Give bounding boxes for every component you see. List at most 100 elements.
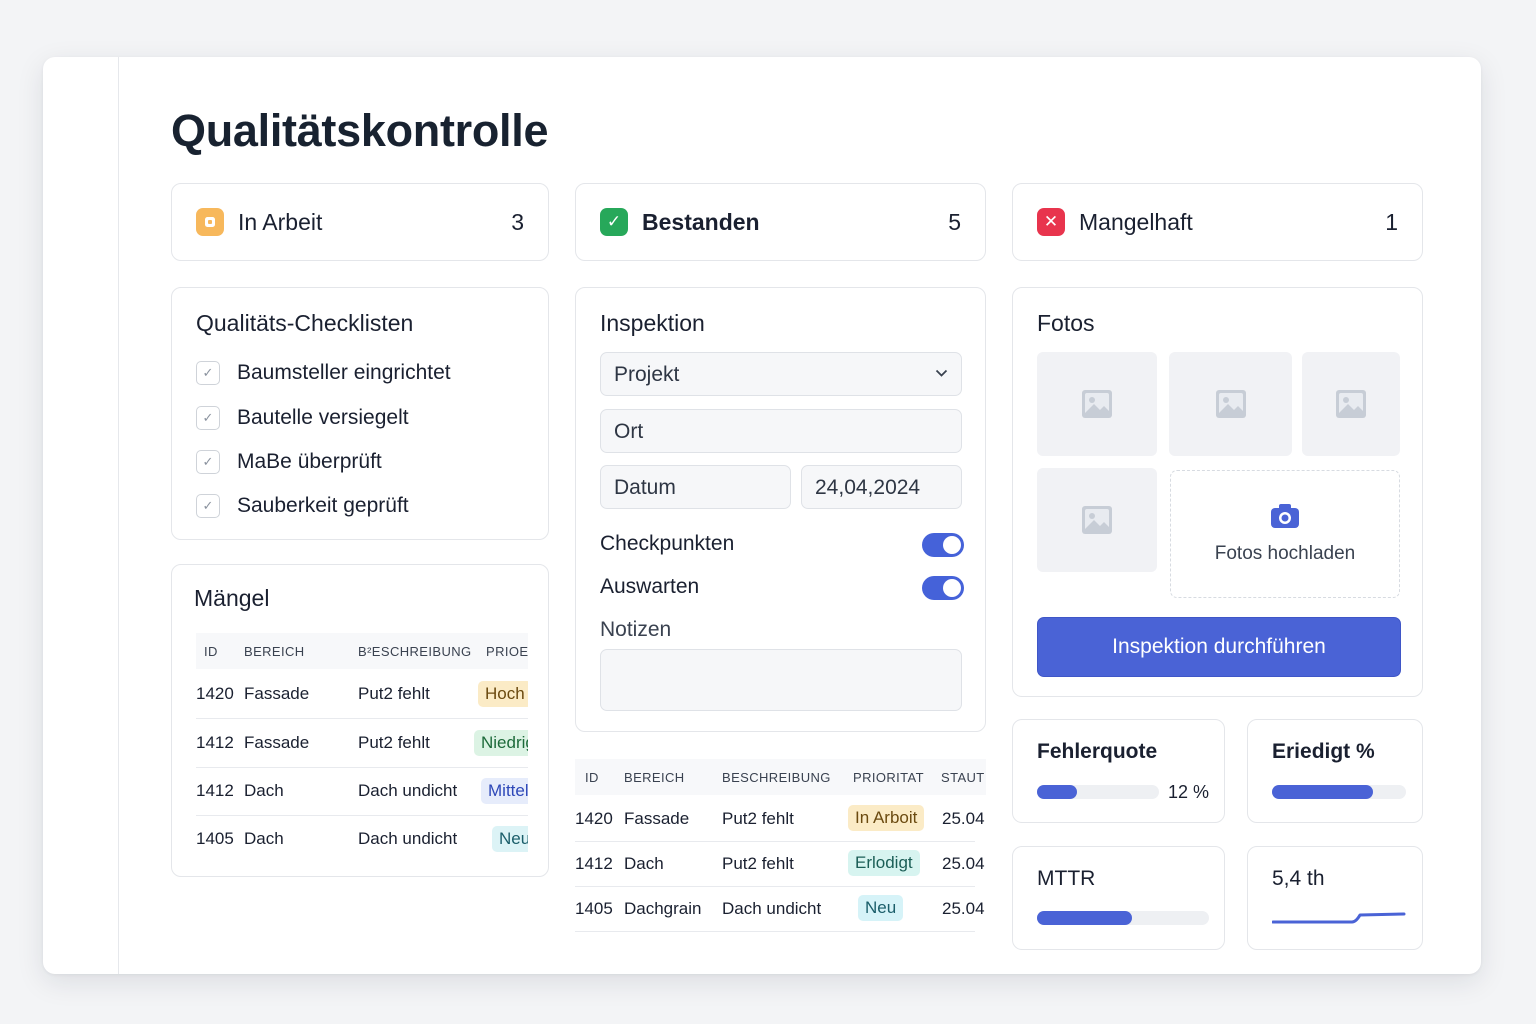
toggle-label-auswarten: Auswarten <box>600 575 700 598</box>
col-prioritaet: PRIOE <box>486 644 528 659</box>
auswarten-toggle[interactable] <box>922 576 964 600</box>
stat-label: Bestanden <box>642 208 760 235</box>
checklist-item[interactable]: ✓ MaBe überprüft <box>196 450 382 474</box>
datum-value: 24,04,2024 <box>815 476 921 499</box>
table-row[interactable]: 1412 Dach Dach undicht Mittel <box>196 768 528 816</box>
camera-icon <box>1271 504 1299 528</box>
stat-label: Mangelhaft <box>1079 208 1193 235</box>
col-bereich: BEREICH <box>244 644 305 659</box>
datum-input[interactable]: 24,04,2024 <box>801 465 962 509</box>
cell-desc: Dach undicht <box>358 829 458 848</box>
kpi-card-erledigt: Eriedigt % <box>1247 719 1423 823</box>
cell-id: 1420 <box>575 809 613 828</box>
cell-desc: Dach undicht <box>722 899 822 918</box>
cell-date: 25.04 <box>942 899 985 918</box>
projekt-select[interactable]: Projekt <box>600 352 962 396</box>
ort-field-placeholder: Ort <box>614 420 644 443</box>
checkbox[interactable]: ✓ <box>196 361 220 385</box>
cell-id: 1420 <box>196 684 234 703</box>
table-row[interactable]: 1405 Dachgrain Dach undicht Neu 25.04 <box>575 887 985 932</box>
cell-id: 1405 <box>196 829 234 848</box>
maengel-table: ID BEREICH B²ESCHREIBUNG PRIOE 1420 Fass… <box>196 633 528 869</box>
kpi-card-fehlerquote: Fehlerquote 12 % <box>1012 719 1225 823</box>
datum-label-field[interactable]: Datum <box>600 465 791 509</box>
stat-card-bestanden[interactable]: ✓ Bestanden 5 <box>575 183 986 261</box>
col-status: STAUT <box>941 770 985 785</box>
image-placeholder-icon <box>1082 506 1112 534</box>
priority-badge: Mittel <box>481 778 528 804</box>
notizen-label: Notizen <box>600 618 672 641</box>
fehlerquote-bar-fill <box>1037 785 1078 799</box>
col-id: ID <box>585 770 599 785</box>
table-row[interactable]: 1405 Dach Dach undicht Neu <box>196 816 528 864</box>
checklist-item[interactable]: ✓ Sauberkeit geprüft <box>196 494 409 518</box>
table-header: ID BEREICH B²ESCHREIBUNG PRIOE <box>196 633 528 669</box>
cell-area: Dachgrain <box>624 899 702 918</box>
table-row[interactable]: 1412 Dach Put2 fehlt Erlodigt 25.04 <box>575 842 985 887</box>
photo-thumbnail[interactable] <box>1037 352 1157 456</box>
page-title: Qualitätskontrolle <box>171 105 549 156</box>
photo-thumbnail[interactable] <box>1037 468 1157 572</box>
checklist-card: Qualitäts-Checklisten ✓ Baumsteller eing… <box>171 287 549 540</box>
cell-area: Fassade <box>624 809 690 828</box>
cell-desc: Dach undicht <box>358 781 458 800</box>
checkbox[interactable]: ✓ <box>196 450 220 474</box>
ort-field[interactable]: Ort <box>600 409 962 453</box>
checklist-item[interactable]: ✓ Baumsteller eingrichtet <box>196 361 451 385</box>
photo-thumbnail[interactable] <box>1302 352 1400 456</box>
status-in-progress-icon <box>196 208 224 236</box>
checkbox[interactable]: ✓ <box>196 406 220 430</box>
upload-label: Fotos hochladen <box>1214 543 1356 564</box>
kpi-card-trend: 5,4 th <box>1247 846 1423 950</box>
photo-thumbnail[interactable] <box>1169 352 1292 456</box>
table-row[interactable]: 1412 Fassade Put2 fehlt Niedrig <box>196 720 528 768</box>
checklist-title: Qualitäts-Checklisten <box>196 310 414 336</box>
maengel-card: Mängel ID BEREICH B²ESCHREIBUNG PRIOE 14… <box>171 564 549 877</box>
priority-badge: Neu <box>492 826 528 852</box>
fehlerquote-bar <box>1037 785 1159 799</box>
mttr-bar-fill <box>1037 911 1132 925</box>
priority-badge: Hoch <box>478 681 528 707</box>
kpi-title: 5,4 th <box>1272 867 1325 890</box>
col-beschreibung: BESCHREIBUNG <box>722 770 831 785</box>
photo-upload-dropzone[interactable]: Fotos hochladen <box>1170 470 1400 598</box>
inspektion-card: Inspektion Projekt Ort Datum 24,04,2024 … <box>575 287 986 732</box>
notizen-textarea[interactable] <box>600 649 962 711</box>
checkpunkten-toggle[interactable] <box>922 533 964 557</box>
cell-area: Dach <box>244 829 284 848</box>
stat-card-in-arbeit[interactable]: In Arbeit 3 <box>171 183 549 261</box>
stat-count: 3 <box>511 208 524 235</box>
checklist-item[interactable]: ✓ Bautelle versiegelt <box>196 406 409 430</box>
status-badge: Neu <box>858 895 904 921</box>
x-icon: ✕ <box>1037 208 1065 236</box>
checkbox[interactable]: ✓ <box>196 494 220 518</box>
col-beschreibung: B²ESCHREIBUNG <box>358 644 472 659</box>
table-row[interactable]: 1420 Fassade Put2 fehlt In Arboit 25.04 <box>575 797 985 842</box>
app-window: Qualitätskontrolle In Arbeit 3 ✓ Bestand… <box>43 57 1481 974</box>
status-badge: Erlodigt <box>848 850 920 876</box>
chevron-down-icon <box>935 369 948 377</box>
cell-desc: Put2 fehlt <box>358 684 430 703</box>
cell-desc: Put2 fehlt <box>722 854 794 873</box>
projekt-select-value: Projekt <box>614 363 680 386</box>
cell-desc: Put2 fehlt <box>358 733 430 752</box>
erledigt-bar-fill <box>1272 785 1373 799</box>
cell-area: Dach <box>624 854 664 873</box>
checklist-item-label: Baumsteller eingrichtet <box>237 361 451 384</box>
table-row[interactable]: 1420 Fassade Put2 fehlt Hoch <box>196 671 528 719</box>
cell-area: Fassade <box>244 684 310 703</box>
image-placeholder-icon <box>1336 390 1366 418</box>
kpi-title: Eriedigt % <box>1272 740 1375 763</box>
cell-date: 25.04 <box>942 809 985 828</box>
stat-card-mangelhaft[interactable]: ✕ Mangelhaft 1 <box>1012 183 1423 261</box>
stat-label: In Arbeit <box>238 208 323 235</box>
mttr-bar <box>1037 911 1209 925</box>
status-table: ID BEREICH BESCHREIBUNG PRIORITAT STAUT … <box>575 759 986 933</box>
image-placeholder-icon <box>1082 390 1112 418</box>
erledigt-bar <box>1272 785 1406 799</box>
cell-area: Fassade <box>244 733 310 752</box>
inspektion-durchfuehren-button[interactable]: Inspektion durchführen <box>1037 617 1401 677</box>
cell-desc: Put2 fehlt <box>722 809 794 828</box>
checklist-item-label: Sauberkeit geprüft <box>237 494 409 517</box>
maengel-title: Mängel <box>194 585 270 611</box>
